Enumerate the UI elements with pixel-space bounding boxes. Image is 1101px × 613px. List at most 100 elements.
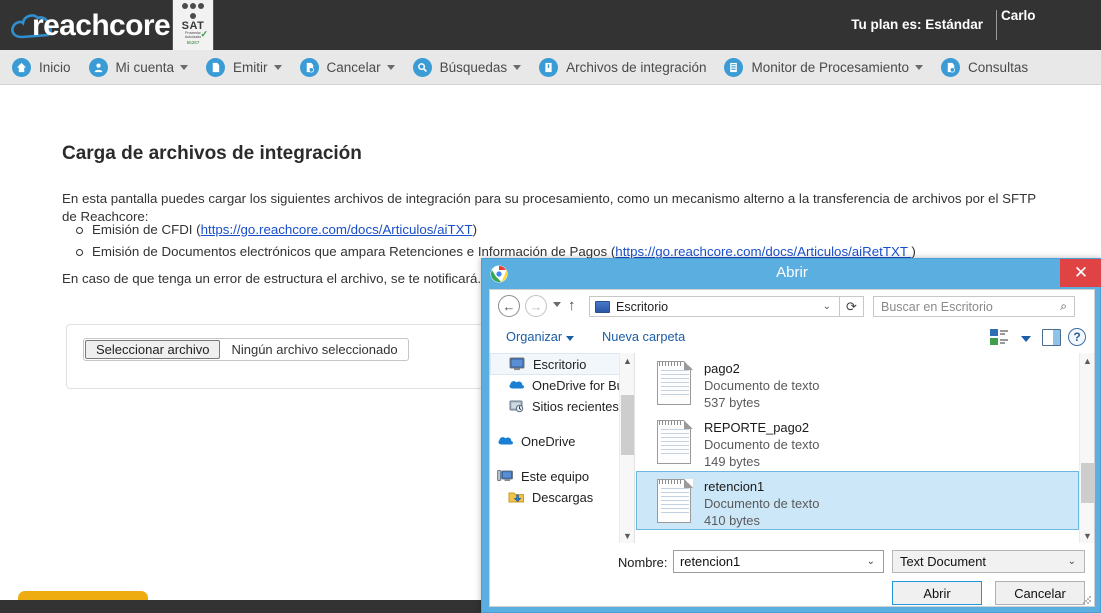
refresh-icon[interactable]: ⟳: [840, 296, 864, 317]
dialog-footer: Nombre: retencion1 ⌄ Text Document ⌄ Abr…: [490, 543, 1094, 606]
scrollbar-thumb[interactable]: [621, 395, 634, 455]
file-input-control[interactable]: Seleccionar archivo Ningún archivo selec…: [83, 338, 409, 361]
user-name[interactable]: Carlo: [1001, 8, 1101, 23]
page-title: Carga de archivos de integración: [62, 143, 362, 164]
search-placeholder: Buscar en Escritorio: [881, 299, 993, 314]
list-icon: [724, 57, 744, 77]
text-document-icon: [657, 361, 693, 407]
site-header: reachcore SAT Proveedor Autorizado 55267…: [0, 0, 1101, 50]
file-type: Documento de texto: [704, 496, 820, 511]
file-list-clip: pago2 Documento de texto 537 bytes REPOR…: [636, 353, 1079, 530]
sidebar-item-onedrive[interactable]: OneDrive: [490, 431, 634, 452]
close-icon[interactable]: ✕: [1060, 259, 1101, 287]
organize-button[interactable]: Organizar: [506, 329, 562, 344]
up-icon[interactable]: ↑: [568, 297, 576, 314]
chevron-down-icon: [180, 64, 189, 70]
desktop-icon: [595, 300, 610, 313]
chevron-down-icon: [273, 64, 282, 70]
path-value: Escritorio: [616, 299, 669, 314]
file-meta: pago2 Documento de texto 537 bytes: [704, 358, 819, 411]
history-dropdown-icon[interactable]: [553, 302, 561, 307]
chevron-down-icon[interactable]: ⌄: [1068, 556, 1076, 567]
chevron-down-icon[interactable]: ⌄: [867, 556, 875, 567]
scroll-down-icon[interactable]: ▼: [1080, 528, 1094, 543]
table-row[interactable]: REPORTE_pago2 Documento de texto 149 byt…: [636, 412, 1079, 471]
scroll-up-icon[interactable]: ▲: [620, 353, 634, 368]
sidebar-item-label: Descargas: [532, 490, 594, 505]
sidebar-item-label: Sitios recientes: [532, 399, 619, 414]
nav-item-busquedas[interactable]: Búsquedas: [404, 50, 531, 84]
preview-pane-icon[interactable]: [1042, 329, 1061, 346]
scroll-up-icon[interactable]: ▲: [1080, 353, 1094, 368]
nav-label: Búsquedas: [439, 59, 508, 75]
downloads-folder-icon: [508, 490, 525, 505]
doc-link-airettxt[interactable]: https://go.reachcore.com/docs/Articulos/…: [615, 244, 911, 259]
nav-item-cancelar[interactable]: Cancelar: [291, 50, 404, 84]
sidebar-item-label: OneDrive: [521, 434, 576, 449]
open-button[interactable]: Abrir: [892, 581, 982, 605]
sidebar-item-escritorio[interactable]: Escritorio: [490, 353, 634, 375]
document-icon: [206, 57, 226, 77]
filetype-select[interactable]: Text Document ⌄: [892, 550, 1085, 573]
select-file-button[interactable]: Seleccionar archivo: [85, 340, 221, 359]
view-options-icon[interactable]: [990, 329, 1008, 346]
file-list-scrollbar[interactable]: ▲ ▼: [1079, 353, 1094, 543]
nav-item-emitir[interactable]: Emitir: [197, 50, 291, 84]
nav-item-inicio[interactable]: Inicio: [0, 50, 80, 84]
filename-label: Nombre:: [618, 555, 668, 570]
file-meta: REPORTE_pago2 Documento de texto 149 byt…: [704, 417, 819, 470]
chevron-down-icon[interactable]: [566, 336, 574, 341]
new-folder-button[interactable]: Nueva carpeta: [602, 329, 685, 344]
bullet-text-after: ): [472, 222, 478, 237]
cancel-button[interactable]: Cancelar: [995, 581, 1085, 605]
chevron-down-icon[interactable]: [1021, 336, 1031, 342]
sidebar-item-onedrive-for-business[interactable]: OneDrive for Bus: [490, 375, 634, 396]
help-icon[interactable]: ?: [1068, 328, 1086, 346]
computer-icon: [497, 469, 514, 484]
app-root: reachcore SAT Proveedor Autorizado 55267…: [0, 0, 1101, 613]
dialog-titlebar[interactable]: Abrir ✕: [482, 259, 1101, 289]
file-size: 149 bytes: [704, 454, 760, 469]
table-row[interactable]: retencion1 Documento de texto 410 bytes: [636, 471, 1079, 530]
nav-label: Inicio: [39, 59, 71, 75]
nav-item-monitor-de-procesamiento[interactable]: Monitor de Procesamiento: [715, 50, 932, 84]
reachcore-logo[interactable]: reachcore: [10, 4, 171, 46]
sidebar-scrollbar[interactable]: ▲ ▼: [619, 353, 634, 543]
chevron-down-icon[interactable]: ⌄: [823, 301, 831, 312]
nav-item-archivos-de-integracion[interactable]: Archivos de integración: [530, 50, 715, 84]
path-breadcrumb[interactable]: Escritorio ⌄: [589, 296, 840, 317]
dialog-search-field[interactable]: Buscar en Escritorio ⌕: [873, 296, 1075, 317]
nav-item-consultas[interactable]: Consultas: [932, 50, 1037, 84]
table-row[interactable]: pago2 Documento de texto 537 bytes: [636, 353, 1079, 412]
dialog-sidebar: Escritorio OneDrive for Bus Sitios recie…: [490, 353, 635, 543]
file-list: pago2 Documento de texto 537 bytes REPOR…: [636, 353, 1094, 543]
sat-badge: SAT Proveedor Autorizado 55267 ✓: [172, 0, 214, 50]
back-icon[interactable]: ←: [498, 295, 520, 317]
home-icon: [12, 57, 31, 77]
sidebar-item-sitios-recientes[interactable]: Sitios recientes: [490, 396, 634, 417]
nav-label: Mi cuenta: [115, 59, 175, 75]
sat-dots-icon: [180, 3, 206, 20]
doc-link-aitxt[interactable]: https://go.reachcore.com/docs/Articulos/…: [201, 222, 473, 237]
file-name: retencion1: [704, 479, 765, 494]
error-notice: En caso de que tenga un error de estruct…: [62, 271, 482, 286]
bullet-text-after: ): [911, 244, 916, 259]
scrollbar-thumb[interactable]: [1081, 463, 1094, 503]
sat-sub2: Autorizado: [184, 35, 202, 39]
resize-grip[interactable]: [1083, 596, 1092, 605]
nav-item-mi-cuenta[interactable]: Mi cuenta: [80, 50, 198, 84]
nav-label: Emitir: [233, 59, 268, 75]
desktop-icon: [509, 357, 526, 372]
archive-icon: [539, 57, 559, 77]
scroll-down-icon[interactable]: ▼: [620, 528, 634, 543]
file-type: Documento de texto: [704, 378, 820, 393]
dialog-address-bar: ← → ↑ Escritorio ⌄ ⟳ Buscar en Escritori…: [490, 290, 1094, 323]
file-open-dialog: Abrir ✕ ← → ↑ Escritorio ⌄ ⟳ Buscar en E…: [481, 258, 1101, 613]
dialog-body: ← → ↑ Escritorio ⌄ ⟳ Buscar en Escritori…: [489, 289, 1095, 607]
brand-text: reachcore: [32, 9, 171, 42]
filename-input[interactable]: retencion1 ⌄: [673, 550, 884, 573]
sidebar-item-este-equipo[interactable]: Este equipo: [490, 466, 634, 487]
forward-icon[interactable]: →: [525, 295, 547, 317]
sidebar-item-descargas[interactable]: Descargas: [490, 487, 634, 508]
